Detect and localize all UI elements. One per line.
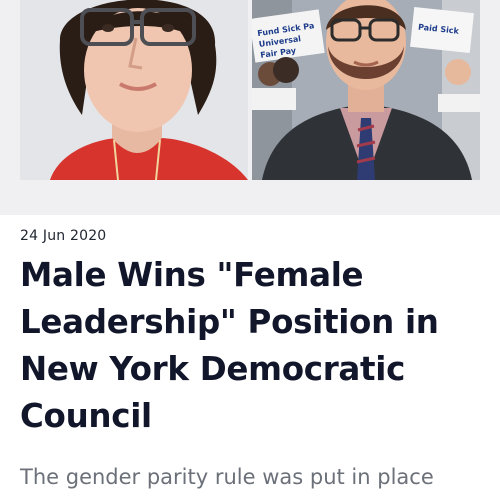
- portrait-image: [20, 0, 248, 180]
- article-photo-left[interactable]: [20, 0, 248, 180]
- article-photo-right[interactable]: Fund Sick Pa Universal Fair Pay Paid Sic…: [252, 0, 480, 180]
- article-image-panel: Fund Sick Pa Universal Fair Pay Paid Sic…: [0, 0, 500, 215]
- protest-image: Fund Sick Pa Universal Fair Pay Paid Sic…: [252, 0, 480, 180]
- article-date: 24 Jun 2020: [20, 228, 107, 244]
- article-page: Fund Sick Pa Universal Fair Pay Paid Sic…: [0, 0, 500, 500]
- article-headline[interactable]: Male Wins "Female Leadership" Position i…: [20, 252, 488, 440]
- protest-sign-right: Paid Sick: [410, 6, 474, 54]
- article-lead: The gender parity rule was put in place: [20, 465, 434, 489]
